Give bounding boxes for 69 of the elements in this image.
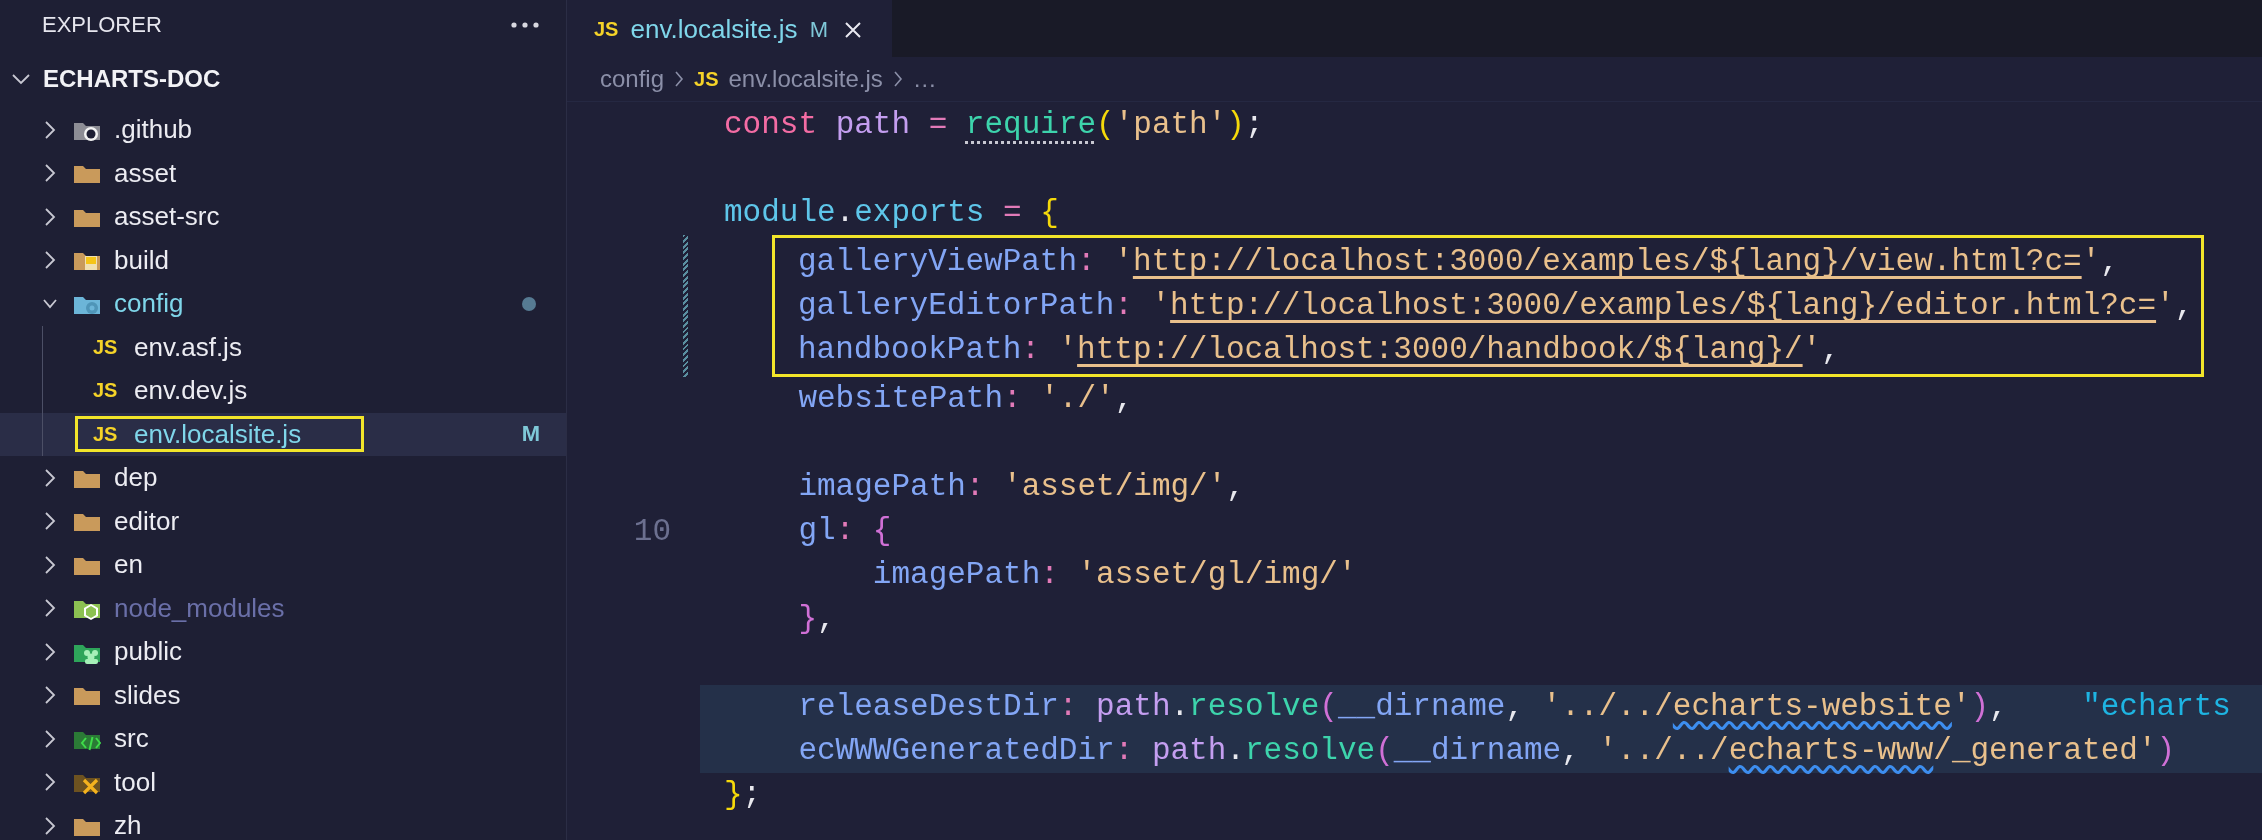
- tree-item[interactable]: src: [0, 717, 566, 761]
- file-name: env.localsite.js: [134, 418, 302, 450]
- chevron-icon: [892, 70, 903, 88]
- chevron-icon[interactable]: [43, 640, 57, 663]
- chevron-icon[interactable]: [43, 814, 57, 837]
- folder-name: en: [114, 549, 143, 581]
- explorer-title: EXPLORER: [42, 12, 162, 38]
- code-line: module.exports = {: [723, 194, 1060, 232]
- tree-item[interactable]: dep: [0, 456, 566, 500]
- folder-name: zh: [114, 810, 142, 840]
- folder-name: editor: [114, 505, 180, 537]
- tree-item[interactable]: .github: [0, 108, 566, 152]
- tree-item[interactable]: tool: [0, 760, 566, 804]
- code-line: imagePath: 'asset/img/',: [797, 468, 1246, 506]
- tree-item[interactable]: editor: [0, 499, 566, 543]
- chevron-icon[interactable]: [43, 727, 57, 750]
- folder-name: .github: [114, 114, 193, 146]
- code-line: },: [797, 600, 837, 638]
- git-status: M: [521, 421, 540, 448]
- js-file-icon: JS: [93, 335, 118, 359]
- line-number: 10: [633, 513, 671, 549]
- tree-item[interactable]: zh: [0, 804, 566, 840]
- folder-name: asset-src: [114, 201, 220, 233]
- editor-tab[interactable]: JS env.localsite.js M: [567, 0, 892, 57]
- code-line: websitePath: './',: [797, 380, 1135, 418]
- folder-name: tool: [114, 766, 156, 798]
- js-file-icon: JS: [594, 18, 619, 41]
- folder-name: dep: [114, 462, 158, 494]
- modified-dot: [522, 296, 536, 311]
- tree-item[interactable]: JS env.asf.js: [0, 325, 566, 369]
- folder-name: asset: [114, 157, 177, 189]
- js-file-icon: JS: [93, 422, 118, 446]
- code-line: handbookPath: 'http://localhost:3000/handbook/${lang}/',: [798, 331, 1841, 369]
- code-line: gl: {: [797, 512, 893, 550]
- more-icon[interactable]: [510, 21, 540, 29]
- folder-name: build: [114, 244, 169, 276]
- tree-item[interactable]: asset: [0, 151, 566, 195]
- breadcrumb-item[interactable]: env.localsite.js: [728, 65, 883, 93]
- tree-item[interactable]: build: [0, 238, 566, 282]
- tree-item[interactable]: en: [0, 543, 566, 587]
- folder-name: slides: [114, 679, 181, 711]
- project-name[interactable]: ECHARTS-DOC: [43, 65, 221, 93]
- file-name: env.dev.js: [134, 375, 248, 407]
- folder-name: config: [114, 288, 184, 320]
- code-line: const path = require('path');: [723, 106, 1265, 144]
- breadcrumb-item[interactable]: config: [600, 65, 665, 93]
- chevron-icon[interactable]: [43, 466, 57, 489]
- folder-name: src: [114, 723, 149, 755]
- code-line: imagePath: 'asset/gl/img/': [871, 556, 1358, 594]
- tree-item[interactable]: public: [0, 630, 566, 674]
- folder-name: public: [114, 636, 182, 668]
- code-line: galleryViewPath: 'http://localhost:3000/examples/${lang}/view.html?c=',: [798, 243, 2120, 281]
- js-file-icon: JS: [93, 379, 118, 403]
- tree-item[interactable]: JS env.localsite.js M: [0, 412, 566, 456]
- code-line: };: [723, 776, 763, 814]
- tree-item[interactable]: asset-src: [0, 195, 566, 239]
- code-line: galleryEditorPath: 'http://localhost:3000/examples/${lang}/editor.html?c=',: [798, 287, 2194, 325]
- chevron-icon: [674, 70, 685, 88]
- tree-item[interactable]: slides: [0, 673, 566, 717]
- file-name: env.asf.js: [134, 331, 242, 363]
- tree-item[interactable]: JS env.dev.js: [0, 369, 566, 413]
- chevron-icon[interactable]: [43, 205, 57, 228]
- close-icon[interactable]: [843, 20, 862, 39]
- js-file-icon: JS: [694, 67, 719, 91]
- breadcrumb-item[interactable]: …: [912, 65, 937, 93]
- tree-item[interactable]: config: [0, 282, 566, 326]
- folder-name: node_modules: [114, 592, 285, 624]
- chevron-icon[interactable]: [43, 118, 57, 141]
- chevron-icon[interactable]: [43, 553, 57, 576]
